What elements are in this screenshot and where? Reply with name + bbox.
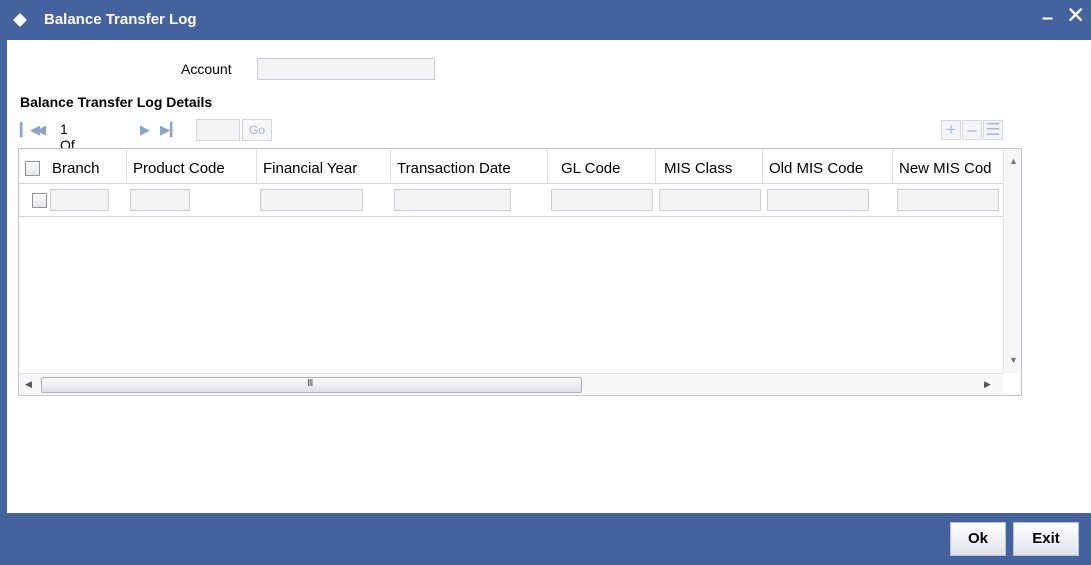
scroll-up-icon[interactable]: ▲ <box>1009 156 1018 166</box>
new-mis-code-cell-input[interactable] <box>897 189 999 211</box>
product-code-cell-input[interactable] <box>130 189 190 211</box>
scroll-right-icon[interactable]: ▶ <box>984 379 991 390</box>
single-view-button[interactable]: ☰ <box>983 120 1003 140</box>
vertical-scrollbar[interactable]: ▲ ▼ <box>1003 149 1021 373</box>
window-frame-left <box>0 40 7 565</box>
page-number-input[interactable] <box>196 119 240 141</box>
row-select-checkbox[interactable] <box>32 193 47 208</box>
transaction-date-cell-input[interactable] <box>394 189 511 211</box>
go-button[interactable]: Go <box>242 119 272 141</box>
minimize-button[interactable]: – <box>1042 8 1053 28</box>
financial-year-cell-input[interactable] <box>260 189 363 211</box>
table-row <box>19 184 1003 217</box>
column-header-mis-class[interactable]: MIS Class <box>655 149 762 183</box>
column-header-financial-year[interactable]: Financial Year <box>256 149 390 183</box>
ok-button[interactable]: Ok <box>950 522 1006 556</box>
branch-cell-input[interactable] <box>50 189 109 211</box>
column-header-branch[interactable]: Branch <box>46 149 126 183</box>
add-row-button[interactable]: + <box>941 120 961 140</box>
horizontal-scrollbar[interactable]: ◀ III ▶ <box>19 373 1003 395</box>
scroll-left-icon[interactable]: ◀ <box>25 379 32 390</box>
column-header-gl-code[interactable]: GL Code <box>547 149 655 183</box>
last-page-icon[interactable]: ▶▎ <box>160 122 180 138</box>
section-title: Balance Transfer Log Details <box>20 94 213 110</box>
column-header-new-mis-code[interactable]: New MIS Cod <box>892 149 1003 183</box>
column-header-product-code[interactable]: Product Code <box>126 149 256 183</box>
scroll-grip-icon: III <box>307 378 313 389</box>
window-title: Balance Transfer Log <box>44 11 197 28</box>
title-bar: Balance Transfer Log – ✕ <box>0 0 1091 40</box>
account-input[interactable] <box>257 58 435 80</box>
delete-row-button[interactable]: – <box>962 120 982 140</box>
next-page-icon[interactable]: ▶ <box>140 122 150 138</box>
column-header-transaction-date[interactable]: Transaction Date <box>390 149 547 183</box>
old-mis-code-cell-input[interactable] <box>767 189 869 211</box>
footer-bar <box>0 513 1091 565</box>
table-header: Branch Product Code Financial Year Trans… <box>19 149 1003 184</box>
horizontal-scroll-thumb[interactable]: III <box>41 377 582 393</box>
account-label: Account <box>181 61 232 77</box>
select-all-checkbox[interactable] <box>25 161 40 176</box>
prev-page-icon[interactable]: ◀ <box>36 122 46 138</box>
gl-code-cell-input[interactable] <box>551 189 653 211</box>
exit-button[interactable]: Exit <box>1013 522 1079 556</box>
diamond-icon <box>13 13 27 27</box>
scroll-down-icon[interactable]: ▼ <box>1009 355 1018 365</box>
column-header-old-mis-code[interactable]: Old MIS Code <box>762 149 892 183</box>
transfer-log-table: Branch Product Code Financial Year Trans… <box>18 148 1022 396</box>
close-button[interactable]: ✕ <box>1066 4 1085 27</box>
mis-class-cell-input[interactable] <box>659 189 761 211</box>
